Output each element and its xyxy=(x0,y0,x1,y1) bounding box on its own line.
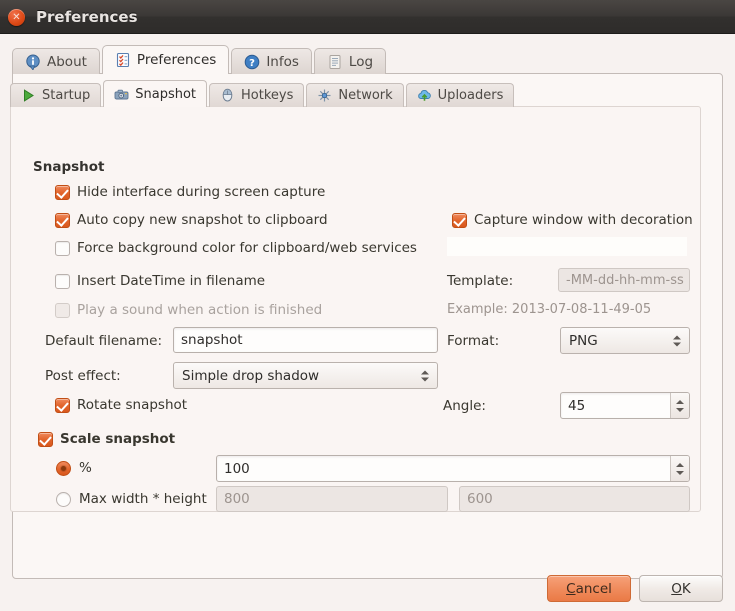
tab-startup[interactable]: Startup xyxy=(10,83,102,107)
play-icon xyxy=(21,88,36,103)
scale-percent-stepper[interactable] xyxy=(670,456,689,481)
snapshot-panel: Snapshot Hide interface during screen ca… xyxy=(10,106,701,512)
tab-log[interactable]: Log xyxy=(313,48,387,74)
svg-text:?: ? xyxy=(249,57,255,68)
capture-decoration-label: Capture window with decoration xyxy=(474,212,693,228)
tab-hotkeys[interactable]: Hotkeys xyxy=(209,83,305,107)
hide-interface-label: Hide interface during screen capture xyxy=(77,184,326,200)
scale-max-width-input[interactable]: 800 xyxy=(216,486,448,512)
tab-preferences[interactable]: Preferences xyxy=(101,45,230,74)
tab-preferences-label: Preferences xyxy=(136,52,217,68)
info-icon xyxy=(25,54,41,71)
auto-copy-checkbox[interactable] xyxy=(55,213,70,228)
format-combobox[interactable]: PNG xyxy=(560,327,690,354)
scale-max-label: Max width * height xyxy=(79,491,207,507)
force-bg-color-label: Force background color for clipboard/web… xyxy=(77,240,417,256)
angle-stepper[interactable] xyxy=(670,393,689,418)
tab-infos-label: Infos xyxy=(266,53,299,70)
post-effect-value: Simple drop shadow xyxy=(182,367,320,384)
chevron-updown-icon xyxy=(421,370,429,381)
network-icon xyxy=(317,88,332,103)
auto-copy-label: Auto copy new snapshot to clipboard xyxy=(77,212,328,228)
mouse-icon xyxy=(220,88,235,103)
document-icon xyxy=(327,54,343,70)
tab-snapshot[interactable]: Snapshot xyxy=(103,80,208,107)
play-sound-label: Play a sound when action is finished xyxy=(77,302,323,318)
tab-snapshot-label: Snapshot xyxy=(135,86,197,102)
default-filename-label: Default filename: xyxy=(45,333,163,349)
checklist-icon xyxy=(115,52,131,68)
camera-icon xyxy=(114,87,129,102)
tab-log-label: Log xyxy=(348,53,374,70)
hide-interface-checkbox[interactable] xyxy=(55,185,70,200)
close-glyph: ✕ xyxy=(12,12,21,23)
scale-max-radio[interactable] xyxy=(56,492,71,507)
scale-percent-label: % xyxy=(79,460,92,476)
scale-snapshot-checkbox[interactable] xyxy=(38,432,53,447)
upload-icon xyxy=(417,88,432,103)
ok-button[interactable]: OK xyxy=(639,575,723,602)
chevron-updown-icon xyxy=(673,335,681,346)
window-title: Preferences xyxy=(36,8,138,26)
datetime-example: Example: 2013-07-08-11-49-05 xyxy=(447,302,652,317)
play-sound-checkbox xyxy=(55,303,70,318)
background-color-swatch[interactable] xyxy=(447,237,687,256)
title-bar: ✕ Preferences xyxy=(0,0,735,34)
insert-datetime-label: Insert DateTime in filename xyxy=(77,273,266,289)
angle-label: Angle: xyxy=(443,398,486,414)
tab-about[interactable]: About xyxy=(12,48,100,74)
capture-decoration-checkbox[interactable] xyxy=(452,213,467,228)
scale-percent-radio[interactable] xyxy=(56,461,71,476)
tab-uploaders-label: Uploaders xyxy=(437,88,504,103)
tab-uploaders[interactable]: Uploaders xyxy=(405,83,515,107)
window-body: About Preferences ? Infos Log Startup Sn… xyxy=(0,34,735,611)
angle-value: 45 xyxy=(568,397,586,414)
rotate-snapshot-checkbox[interactable] xyxy=(55,398,70,413)
tab-network-label: Network xyxy=(338,88,393,103)
outer-tab-bar: About Preferences ? Infos Log xyxy=(12,45,388,74)
tab-about-label: About xyxy=(47,53,87,70)
post-effect-combobox[interactable]: Simple drop shadow xyxy=(173,362,438,389)
scale-percent-spinbox[interactable]: 100 xyxy=(216,455,690,482)
cancel-button[interactable]: Cancel xyxy=(547,575,631,602)
format-value: PNG xyxy=(569,332,598,349)
default-filename-input[interactable]: snapshot xyxy=(173,327,438,353)
angle-spinbox[interactable]: 45 xyxy=(560,392,690,419)
ok-button-label: OK xyxy=(671,580,691,597)
template-input[interactable]: -MM-dd-hh-mm-ss xyxy=(558,268,690,292)
snapshot-group-title: Snapshot xyxy=(33,159,105,175)
inner-tab-bar: Startup Snapshot Hotkeys Network Uploade… xyxy=(10,80,516,107)
scale-max-height-input[interactable]: 600 xyxy=(459,486,690,512)
tab-startup-label: Startup xyxy=(42,88,91,103)
cancel-button-label: Cancel xyxy=(566,580,612,597)
question-icon: ? xyxy=(244,54,260,70)
tab-infos[interactable]: ? Infos xyxy=(231,48,312,74)
tab-network[interactable]: Network xyxy=(306,83,404,107)
insert-datetime-checkbox[interactable] xyxy=(55,274,70,289)
format-label: Format: xyxy=(447,333,500,349)
post-effect-label: Post effect: xyxy=(45,368,121,384)
template-label: Template: xyxy=(447,273,514,289)
scale-percent-value: 100 xyxy=(224,460,250,477)
tab-hotkeys-label: Hotkeys xyxy=(241,88,294,103)
close-icon[interactable]: ✕ xyxy=(8,9,25,26)
force-bg-color-checkbox[interactable] xyxy=(55,241,70,256)
scale-snapshot-label: Scale snapshot xyxy=(60,431,176,447)
rotate-snapshot-label: Rotate snapshot xyxy=(77,397,188,413)
